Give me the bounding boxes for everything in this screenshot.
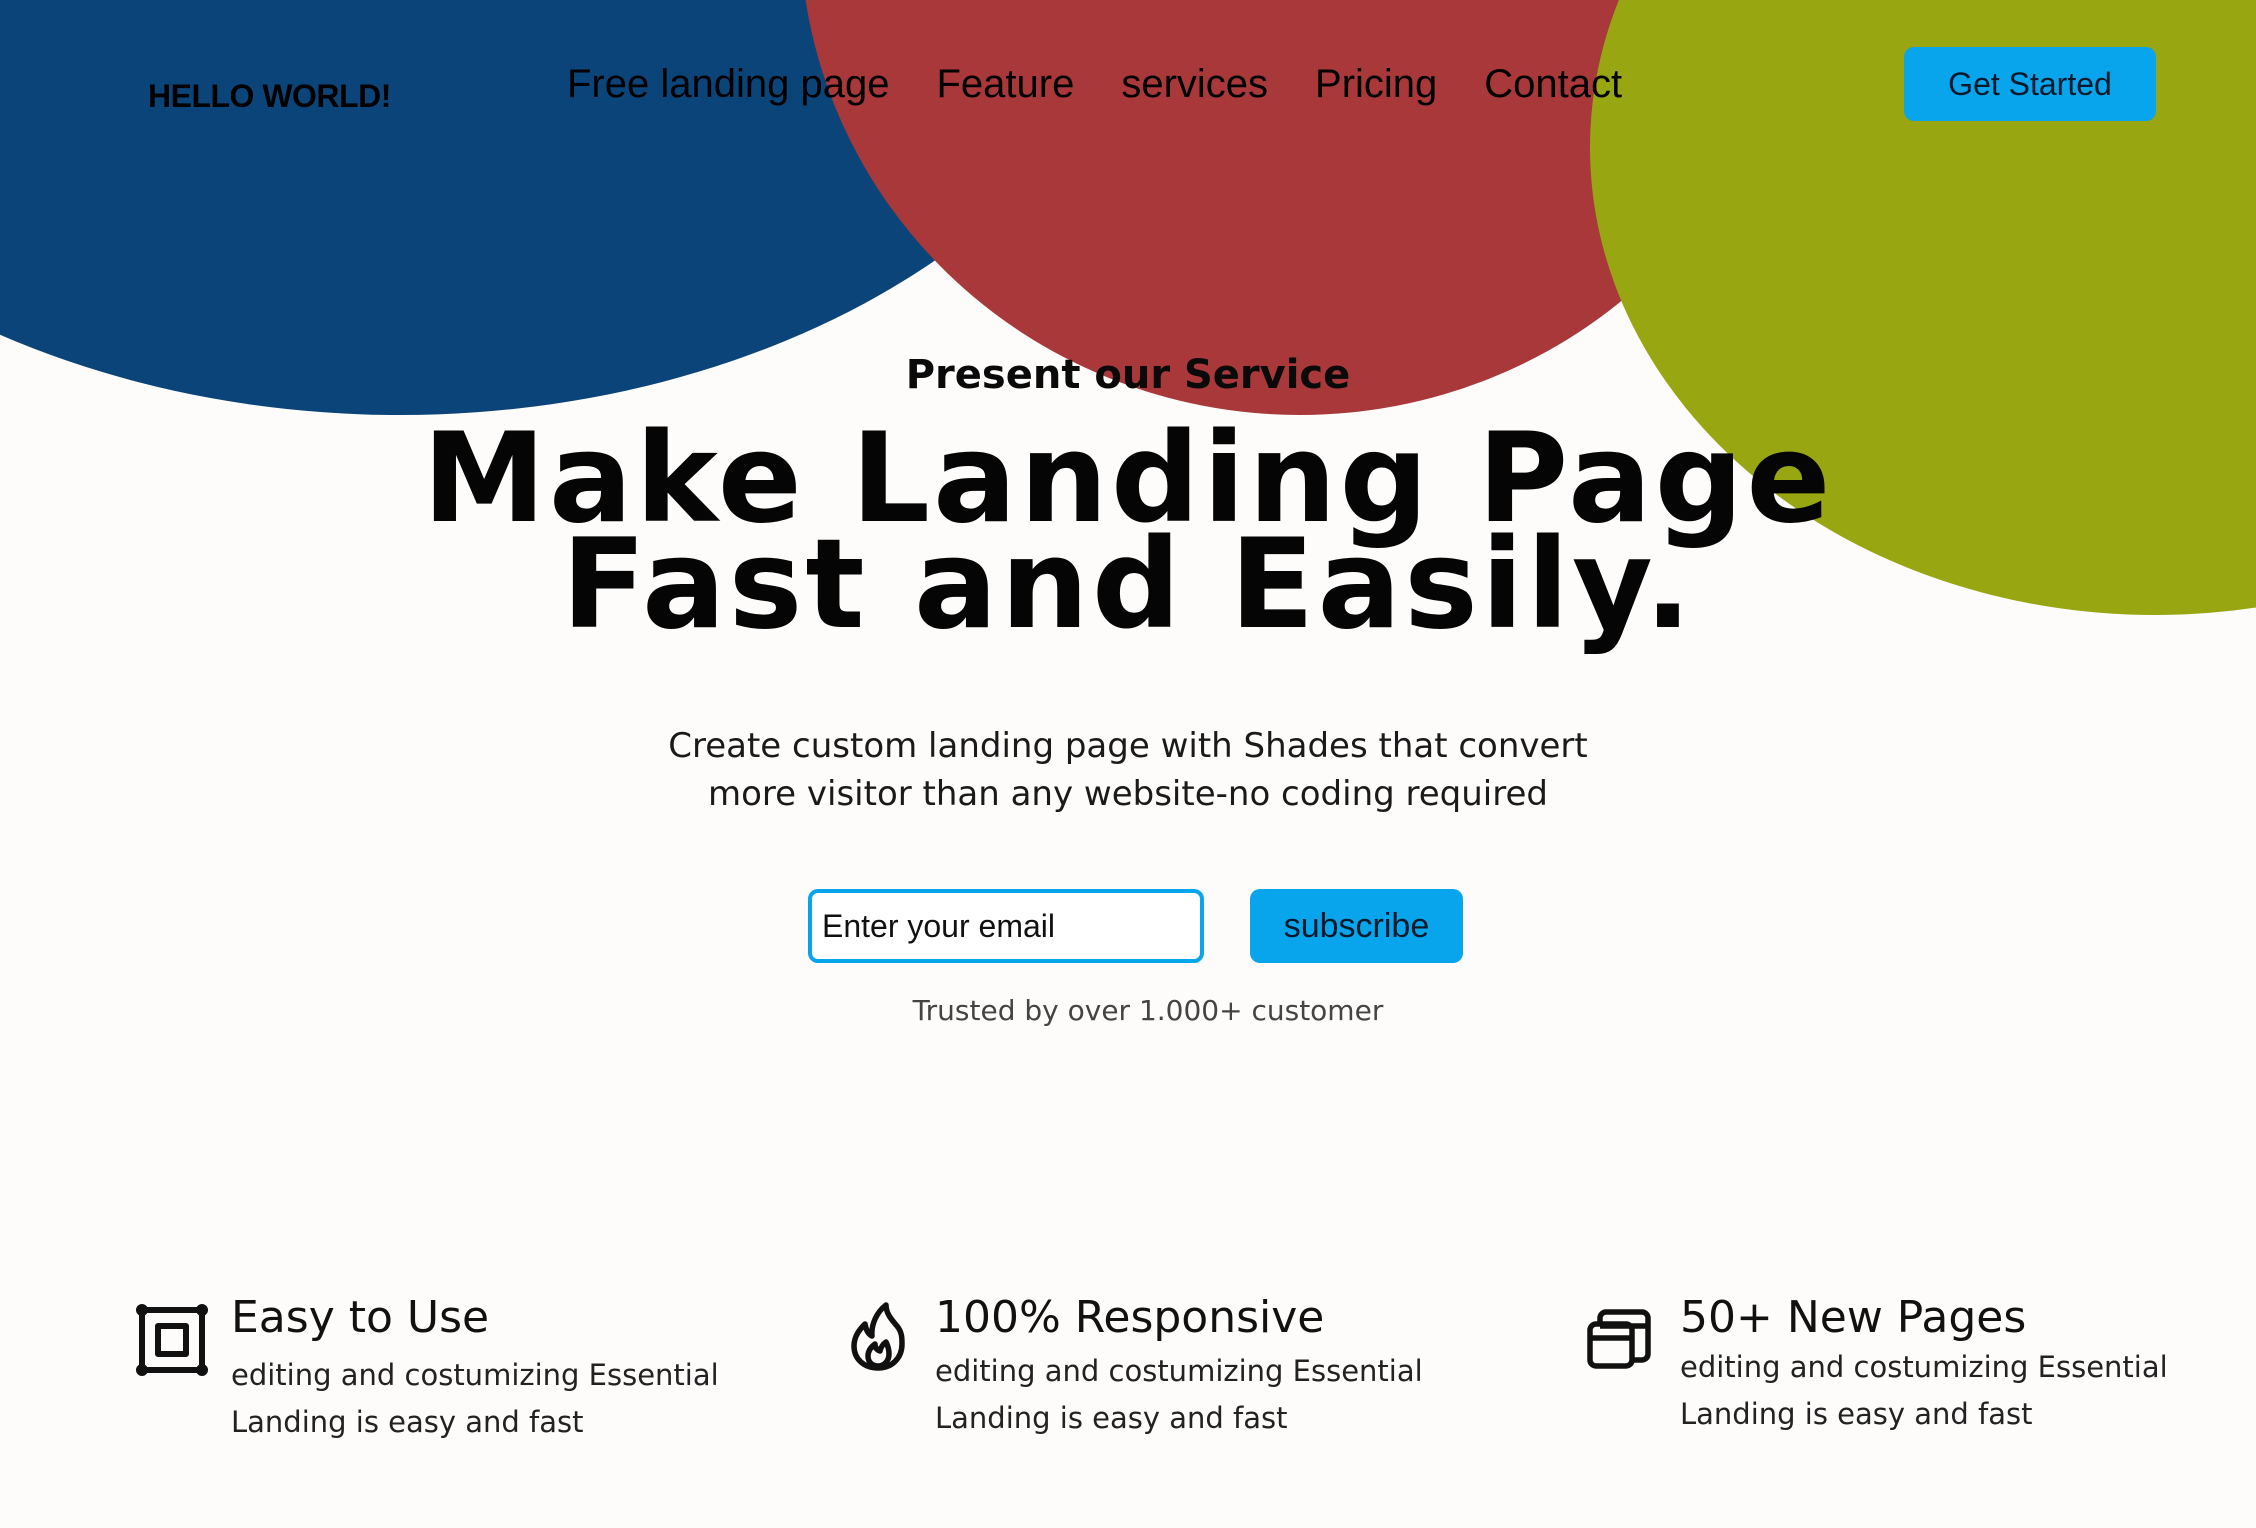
headline-line-2: Fast and Easily. bbox=[561, 513, 1695, 657]
feature-desc-line: editing and costumizing Essential bbox=[231, 1358, 719, 1392]
subtext-line-1: Create custom landing page with Shades t… bbox=[668, 726, 1588, 766]
trusted-by-text: Trusted by over 1.000+ customer bbox=[912, 994, 1384, 1027]
feature-title: Easy to Use bbox=[231, 1292, 490, 1343]
nav-pricing[interactable]: Pricing bbox=[1315, 62, 1437, 107]
feature-desc-line: Landing is easy and fast bbox=[1680, 1397, 2033, 1431]
feature-desc-line: Landing is easy and fast bbox=[935, 1401, 1288, 1435]
feature-description: editing and costumizing Essential Landin… bbox=[1680, 1344, 2200, 1438]
feature-title: 50+ New Pages bbox=[1680, 1292, 2027, 1343]
frame-icon bbox=[136, 1304, 208, 1376]
landing-page: HELLO WORLD! Free landing page Feature s… bbox=[0, 0, 2256, 1528]
feature-title: 100% Responsive bbox=[935, 1292, 1325, 1343]
nav-services[interactable]: services bbox=[1121, 62, 1268, 107]
feature-desc-line: editing and costumizing Essential bbox=[1680, 1350, 2168, 1384]
section-eyebrow: Present our Service bbox=[905, 352, 1351, 398]
hero-subtext: Create custom landing page with Shades t… bbox=[0, 722, 2256, 818]
logo[interactable]: HELLO WORLD! bbox=[148, 78, 391, 115]
nav-contact[interactable]: Contact bbox=[1484, 62, 1622, 107]
get-started-button[interactable]: Get Started bbox=[1904, 47, 2156, 121]
subscribe-button[interactable]: subscribe bbox=[1250, 889, 1463, 963]
feature-description: editing and costumizing Essential Landin… bbox=[231, 1352, 751, 1446]
subtext-line-2: more visitor than any website-no coding … bbox=[708, 774, 1548, 814]
feature-desc-line: Landing is easy and fast bbox=[231, 1405, 584, 1439]
hero-headline: Make Landing Page Fast and Easily. bbox=[0, 417, 2256, 657]
main-nav: Free landing page Feature services Prici… bbox=[567, 62, 1622, 107]
nav-feature[interactable]: Feature bbox=[936, 62, 1074, 107]
feature-description: editing and costumizing Essential Landin… bbox=[935, 1348, 1455, 1442]
feature-desc-line: editing and costumizing Essential bbox=[935, 1354, 1423, 1388]
email-input[interactable] bbox=[808, 889, 1204, 963]
flame-icon bbox=[842, 1300, 914, 1372]
stacked-pages-icon bbox=[1584, 1302, 1656, 1374]
nav-free-landing-page[interactable]: Free landing page bbox=[567, 62, 889, 107]
